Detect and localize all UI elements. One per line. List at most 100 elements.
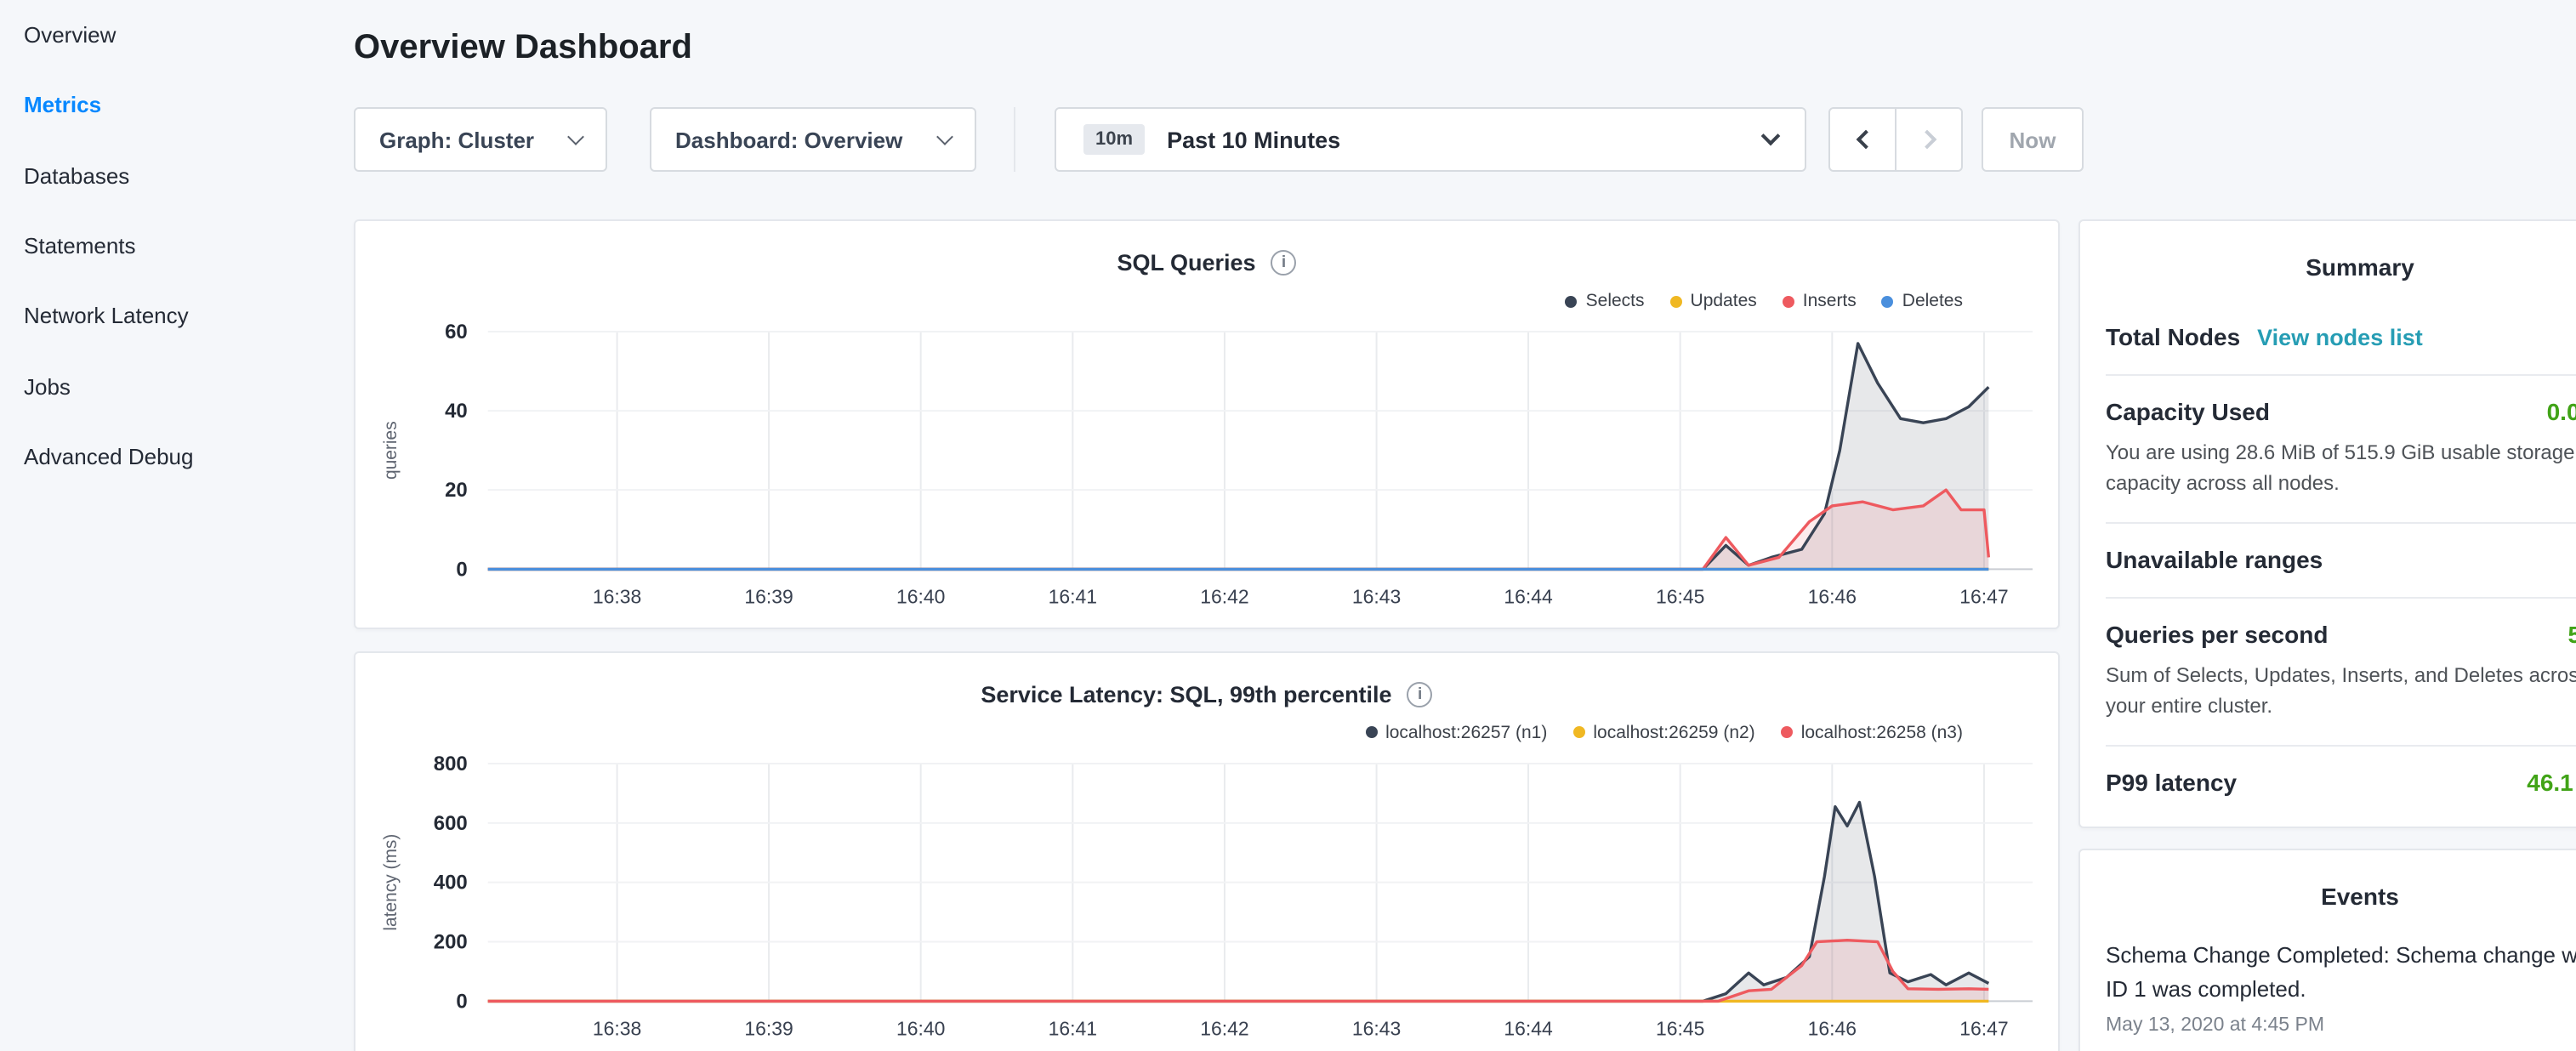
svg-text:16:47: 16:47: [1959, 585, 2008, 607]
info-icon[interactable]: i: [1407, 681, 1433, 707]
svg-text:16:43: 16:43: [1352, 585, 1401, 607]
svg-text:16:46: 16:46: [1808, 1017, 1857, 1039]
dashboard-content: SQL Queries i Selects Updates Inserts Delet…: [354, 219, 2576, 1051]
page-title: Overview Dashboard: [354, 29, 2576, 68]
svg-text:16:47: 16:47: [1959, 1017, 2008, 1039]
chart-header: Service Latency: SQL, 99th percentile i: [355, 652, 2058, 707]
summary-description: You are using 28.6 MiB of 515.9 GiB usab…: [2106, 437, 2576, 498]
time-range-dropdown[interactable]: 10m Past 10 Minutes: [1055, 107, 1806, 172]
time-back-button[interactable]: [1828, 107, 1896, 172]
legend-label: Selects: [1586, 291, 1645, 311]
sidebar-item-statements[interactable]: Statements: [0, 211, 354, 281]
svg-text:16:42: 16:42: [1200, 585, 1248, 607]
legend-item[interactable]: Updates: [1670, 291, 1757, 311]
legend-dot-icon: [1783, 295, 1794, 307]
sidebar-item-metrics[interactable]: Metrics: [0, 71, 354, 141]
dashboard-dropdown[interactable]: Dashboard: Overview: [650, 107, 976, 172]
summary-label: Total Nodes: [2106, 323, 2240, 350]
charts-column: SQL Queries i Selects Updates Inserts Delet…: [354, 219, 2060, 1051]
svg-text:600: 600: [434, 811, 468, 834]
summary-label: Queries per second: [2106, 621, 2328, 648]
svg-text:latency (ms): latency (ms): [381, 833, 401, 930]
legend-dot-icon: [1781, 726, 1793, 738]
summary-row-capacity-used: Capacity Used 0.01% You are using 28.6 M…: [2106, 374, 2576, 522]
sql-queries-chart-panel: SQL Queries i Selects Updates Inserts Delet…: [354, 219, 2060, 628]
svg-text:200: 200: [434, 930, 468, 953]
time-range-badge: 10m: [1083, 124, 1145, 155]
chart-legend: Selects Updates Inserts Deletes: [355, 291, 2058, 311]
svg-text:16:39: 16:39: [744, 585, 793, 607]
svg-text:16:38: 16:38: [593, 585, 641, 607]
svg-text:16:39: 16:39: [744, 1017, 793, 1039]
chevron-right-icon: [1917, 130, 1936, 150]
right-sidebar: Summary Total Nodes View nodes list 3 Ca…: [2078, 219, 2576, 1051]
toolbar-divider: [1014, 107, 1015, 172]
svg-text:16:43: 16:43: [1352, 1017, 1401, 1039]
svg-text:60: 60: [445, 321, 468, 344]
dashboard-dropdown-label: Dashboard: Overview: [675, 127, 902, 152]
legend-item[interactable]: localhost:26259 (n2): [1572, 722, 1754, 742]
chart-title: Service Latency: SQL, 99th percentile: [981, 681, 1391, 707]
svg-text:16:40: 16:40: [896, 585, 945, 607]
svg-text:16:41: 16:41: [1049, 585, 1097, 607]
legend-label: localhost:26259 (n2): [1593, 722, 1754, 742]
time-forward-button[interactable]: [1895, 107, 1963, 172]
service-latency-chart-panel: Service Latency: SQL, 99th percentile i …: [354, 650, 2060, 1051]
svg-text:queries: queries: [381, 421, 401, 480]
legend-item[interactable]: localhost:26257 (n1): [1365, 722, 1547, 742]
summary-value: 59.7: [2568, 621, 2576, 648]
svg-text:16:44: 16:44: [1504, 1017, 1553, 1039]
sidebar-item-network-latency[interactable]: Network Latency: [0, 281, 354, 351]
svg-text:16:38: 16:38: [593, 1017, 641, 1039]
svg-text:16:45: 16:45: [1656, 1017, 1704, 1039]
sidebar-item-jobs[interactable]: Jobs: [0, 351, 354, 422]
chevron-down-icon: [936, 128, 953, 145]
sidebar-item-databases[interactable]: Databases: [0, 140, 354, 211]
legend-dot-icon: [1365, 726, 1377, 738]
summary-row-p99-latency: P99 latency 46.1 ms: [2106, 745, 2576, 820]
graph-dropdown[interactable]: Graph: Cluster: [354, 107, 607, 172]
legend-dot-icon: [1572, 726, 1584, 738]
info-icon[interactable]: i: [1271, 250, 1297, 276]
legend-dot-icon: [1566, 295, 1578, 307]
legend-item[interactable]: localhost:26258 (n3): [1781, 722, 1963, 742]
legend-label: Updates: [1691, 291, 1757, 311]
chart-header: SQL Queries i: [355, 221, 2058, 276]
summary-value: 46.1 ms: [2527, 769, 2576, 796]
summary-title: Summary: [2106, 221, 2576, 301]
legend-item[interactable]: Deletes: [1882, 291, 1963, 311]
event-item[interactable]: Schema Change Completed: Schema change w…: [2106, 930, 2576, 1051]
service-latency-chart[interactable]: 16:3816:3916:4016:4116:4216:4316:4416:45…: [355, 746, 2058, 1048]
svg-text:0: 0: [456, 990, 467, 1013]
sidebar-item-advanced-debug[interactable]: Advanced Debug: [0, 422, 354, 492]
legend-item[interactable]: Selects: [1566, 291, 1645, 311]
svg-text:0: 0: [456, 558, 467, 581]
summary-row-unavailable-ranges: Unavailable ranges 0: [2106, 522, 2576, 597]
svg-text:16:45: 16:45: [1656, 585, 1704, 607]
app-viewport: Overview Metrics Databases Statements Ne…: [0, 0, 2576, 1051]
time-pager: [1828, 107, 1963, 172]
now-button[interactable]: Now: [1982, 107, 2084, 172]
view-nodes-list-link[interactable]: View nodes list: [2257, 325, 2423, 350]
svg-text:16:41: 16:41: [1049, 1017, 1097, 1039]
time-range-label: Past 10 Minutes: [1167, 127, 1340, 152]
toolbar: Graph: Cluster Dashboard: Overview 10m P…: [354, 107, 2576, 172]
sidebar-item-overview[interactable]: Overview: [0, 0, 354, 71]
svg-text:400: 400: [434, 871, 468, 894]
main-content: Overview Dashboard Graph: Cluster Dashbo…: [354, 0, 2576, 1051]
summary-label: Capacity Used: [2106, 398, 2270, 425]
svg-text:20: 20: [445, 479, 468, 502]
event-message: Schema Change Completed: Schema change w…: [2106, 939, 2576, 1008]
sidebar: Overview Metrics Databases Statements Ne…: [0, 0, 354, 1051]
event-timestamp: May 13, 2020 at 4:45 PM: [2106, 1016, 2576, 1037]
legend-item[interactable]: Inserts: [1783, 291, 1857, 311]
chart-legend: localhost:26257 (n1) localhost:26259 (n2)…: [355, 722, 2058, 742]
summary-label: P99 latency: [2106, 769, 2237, 796]
summary-label: Unavailable ranges: [2106, 546, 2323, 573]
svg-text:16:44: 16:44: [1504, 585, 1553, 607]
legend-dot-icon: [1882, 295, 1894, 307]
sql-queries-chart[interactable]: 16:38 16:39 16:40 16:41 16:42 16:43 16:44 16:45…: [355, 315, 2058, 616]
svg-text:40: 40: [445, 400, 468, 423]
svg-text:800: 800: [434, 752, 468, 775]
graph-dropdown-label: Graph: Cluster: [379, 127, 534, 152]
